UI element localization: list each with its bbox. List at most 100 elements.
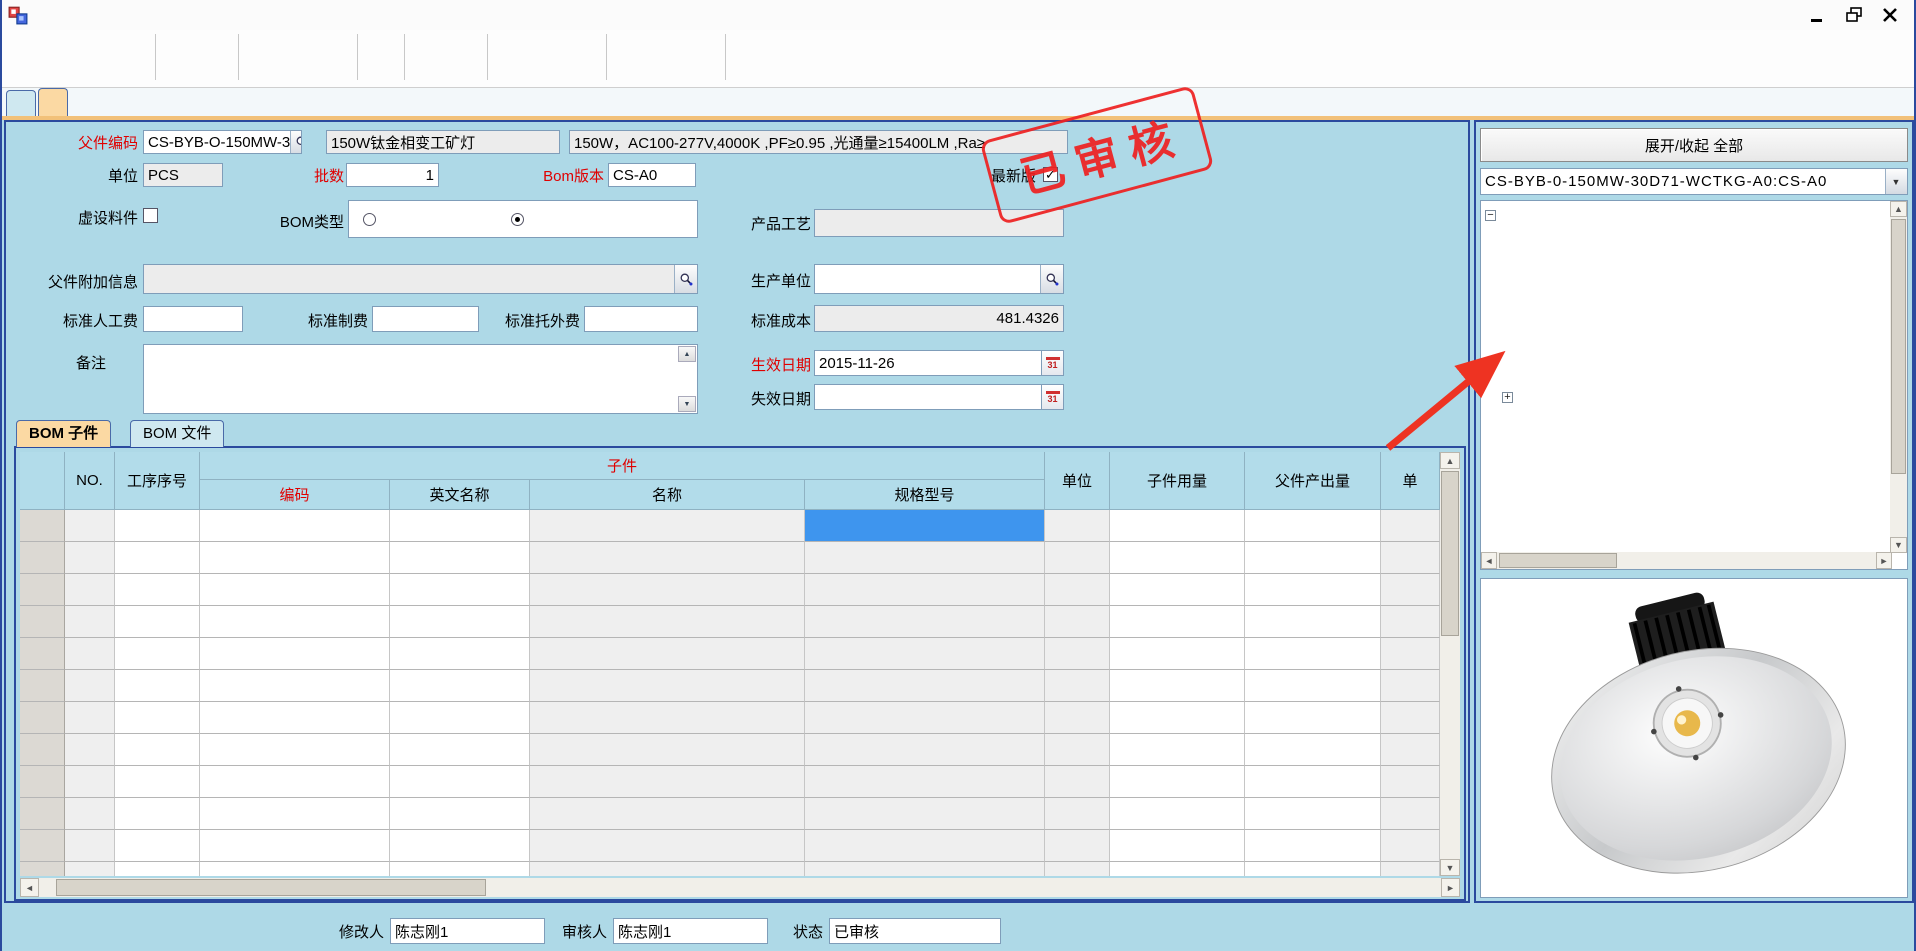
bom-version-field[interactable]: CS-A0: [608, 163, 696, 187]
table-vscroll-thumb[interactable]: [1441, 471, 1459, 636]
lookup-button[interactable]: [674, 265, 697, 293]
row-selector[interactable]: [20, 574, 65, 606]
tree-node[interactable]: [1481, 410, 1890, 436]
table-row[interactable]: [20, 702, 1440, 734]
tree-node[interactable]: [1481, 358, 1890, 384]
header-en-name[interactable]: 英文名称: [390, 480, 530, 510]
toolbar-button[interactable]: [114, 30, 150, 59]
table-row[interactable]: [20, 606, 1440, 638]
close-icon[interactable]: [1880, 5, 1900, 25]
toolbar-button[interactable]: [731, 30, 767, 59]
row-selector[interactable]: [20, 542, 65, 574]
parent-code-field[interactable]: CS-BYB-O-150MW-3: [143, 130, 302, 154]
header-name[interactable]: 名称: [530, 480, 805, 510]
bom-type-option[interactable]: [363, 213, 381, 226]
tree-node[interactable]: [1481, 202, 1890, 228]
table-row[interactable]: [20, 510, 1440, 542]
row-selector[interactable]: [20, 734, 65, 766]
scroll-up-icon[interactable]: ▲: [1890, 201, 1907, 217]
toolbar-button[interactable]: [161, 30, 197, 59]
outsource-cost-field[interactable]: [584, 306, 698, 332]
scroll-right-icon[interactable]: ►: [1441, 878, 1460, 897]
table-row[interactable]: [20, 862, 1440, 876]
header-extra[interactable]: 单: [1381, 452, 1440, 510]
table-row[interactable]: [20, 798, 1440, 830]
toolbar-button[interactable]: [648, 30, 684, 59]
scroll-left-icon[interactable]: ◄: [20, 878, 39, 897]
header-no[interactable]: NO.: [65, 452, 115, 510]
table-row[interactable]: [20, 734, 1440, 766]
tree-expander-icon[interactable]: [1485, 210, 1496, 221]
header-spec[interactable]: 规格型号: [805, 480, 1045, 510]
header-unit[interactable]: 单位: [1045, 452, 1110, 510]
header-seq[interactable]: 工序序号: [115, 452, 200, 510]
tree-node[interactable]: [1481, 384, 1890, 410]
effective-date-field[interactable]: 2015-11-26: [814, 350, 1042, 376]
table-row[interactable]: [20, 542, 1440, 574]
view-tab[interactable]: [38, 88, 68, 116]
scroll-right-icon[interactable]: ►: [1876, 552, 1892, 569]
expand-collapse-button[interactable]: 展开/收起 全部: [1480, 128, 1908, 162]
toolbar-button[interactable]: [78, 30, 114, 59]
tree-node[interactable]: [1481, 280, 1890, 306]
toolbar-button[interactable]: [493, 30, 529, 59]
toolbar-button[interactable]: [612, 30, 648, 59]
row-selector[interactable]: [20, 638, 65, 670]
tree-node[interactable]: [1481, 462, 1890, 488]
scroll-up-icon[interactable]: ▲: [678, 346, 696, 362]
table-row[interactable]: [20, 670, 1440, 702]
calendar-button[interactable]: 31: [1042, 384, 1064, 410]
tree-node[interactable]: [1481, 488, 1890, 514]
tree-node[interactable]: [1481, 254, 1890, 280]
toolbar-button[interactable]: [529, 30, 565, 59]
row-selector[interactable]: [20, 510, 65, 542]
tree-vscrollbar[interactable]: ▲ ▼: [1890, 201, 1907, 553]
minimize-icon[interactable]: [1808, 5, 1828, 25]
toolbar-button[interactable]: [244, 30, 280, 59]
table-row[interactable]: [20, 830, 1440, 862]
row-selector[interactable]: [20, 830, 65, 862]
scroll-down-icon[interactable]: ▼: [1890, 537, 1907, 553]
lookup-button[interactable]: [290, 131, 302, 153]
batch-field[interactable]: 1: [346, 163, 439, 187]
row-selector[interactable]: [20, 606, 65, 638]
scroll-up-icon[interactable]: ▲: [1440, 452, 1460, 469]
toolbar-button[interactable]: [316, 30, 352, 59]
toolbar-button[interactable]: [197, 30, 233, 59]
lookup-button[interactable]: [1040, 265, 1063, 293]
toolbar-button[interactable]: [410, 30, 446, 59]
parent-extra-field[interactable]: [143, 264, 698, 294]
calendar-button[interactable]: 31: [1042, 350, 1064, 376]
bom-type-option[interactable]: [511, 213, 529, 226]
tree-node[interactable]: [1481, 332, 1890, 358]
view-tab[interactable]: [6, 90, 36, 116]
header-output[interactable]: 父件产出量: [1245, 452, 1381, 510]
row-selector[interactable]: [20, 702, 65, 734]
tree-node[interactable]: [1481, 436, 1890, 462]
table-hscroll-thumb[interactable]: [56, 879, 486, 896]
chevron-down-icon[interactable]: [1885, 169, 1907, 194]
expire-date-field[interactable]: [814, 384, 1042, 410]
tree-expander-icon[interactable]: [1502, 392, 1513, 403]
tree-vscroll-thumb[interactable]: [1891, 219, 1906, 474]
labor-cost-field[interactable]: [143, 306, 243, 332]
bom-version-dropdown[interactable]: CS-BYB-0-150MW-30D71-WCTKG-A0:CS-A0: [1480, 168, 1908, 195]
toolbar-button[interactable]: [6, 30, 42, 59]
restore-icon[interactable]: [1844, 5, 1864, 25]
table-row[interactable]: [20, 766, 1440, 798]
scroll-down-icon[interactable]: ▼: [1440, 859, 1460, 876]
table-row[interactable]: [20, 638, 1440, 670]
tree-hscroll-thumb[interactable]: [1499, 553, 1617, 568]
toolbar-button[interactable]: [684, 30, 720, 59]
mfg-cost-field[interactable]: [372, 306, 479, 332]
row-selector[interactable]: [20, 798, 65, 830]
tab-bom-children[interactable]: BOM 子件: [16, 420, 111, 447]
prod-unit-field[interactable]: [814, 264, 1064, 294]
scroll-down-icon[interactable]: ▼: [678, 396, 696, 412]
table-vscrollbar[interactable]: ▲ ▼: [1440, 452, 1460, 876]
tab-bom-files[interactable]: BOM 文件: [130, 420, 224, 447]
tree-hscrollbar[interactable]: ◄ ►: [1481, 552, 1892, 569]
table-row[interactable]: [20, 574, 1440, 606]
toolbar-button[interactable]: [446, 30, 482, 59]
header-code[interactable]: 编码: [200, 480, 390, 510]
